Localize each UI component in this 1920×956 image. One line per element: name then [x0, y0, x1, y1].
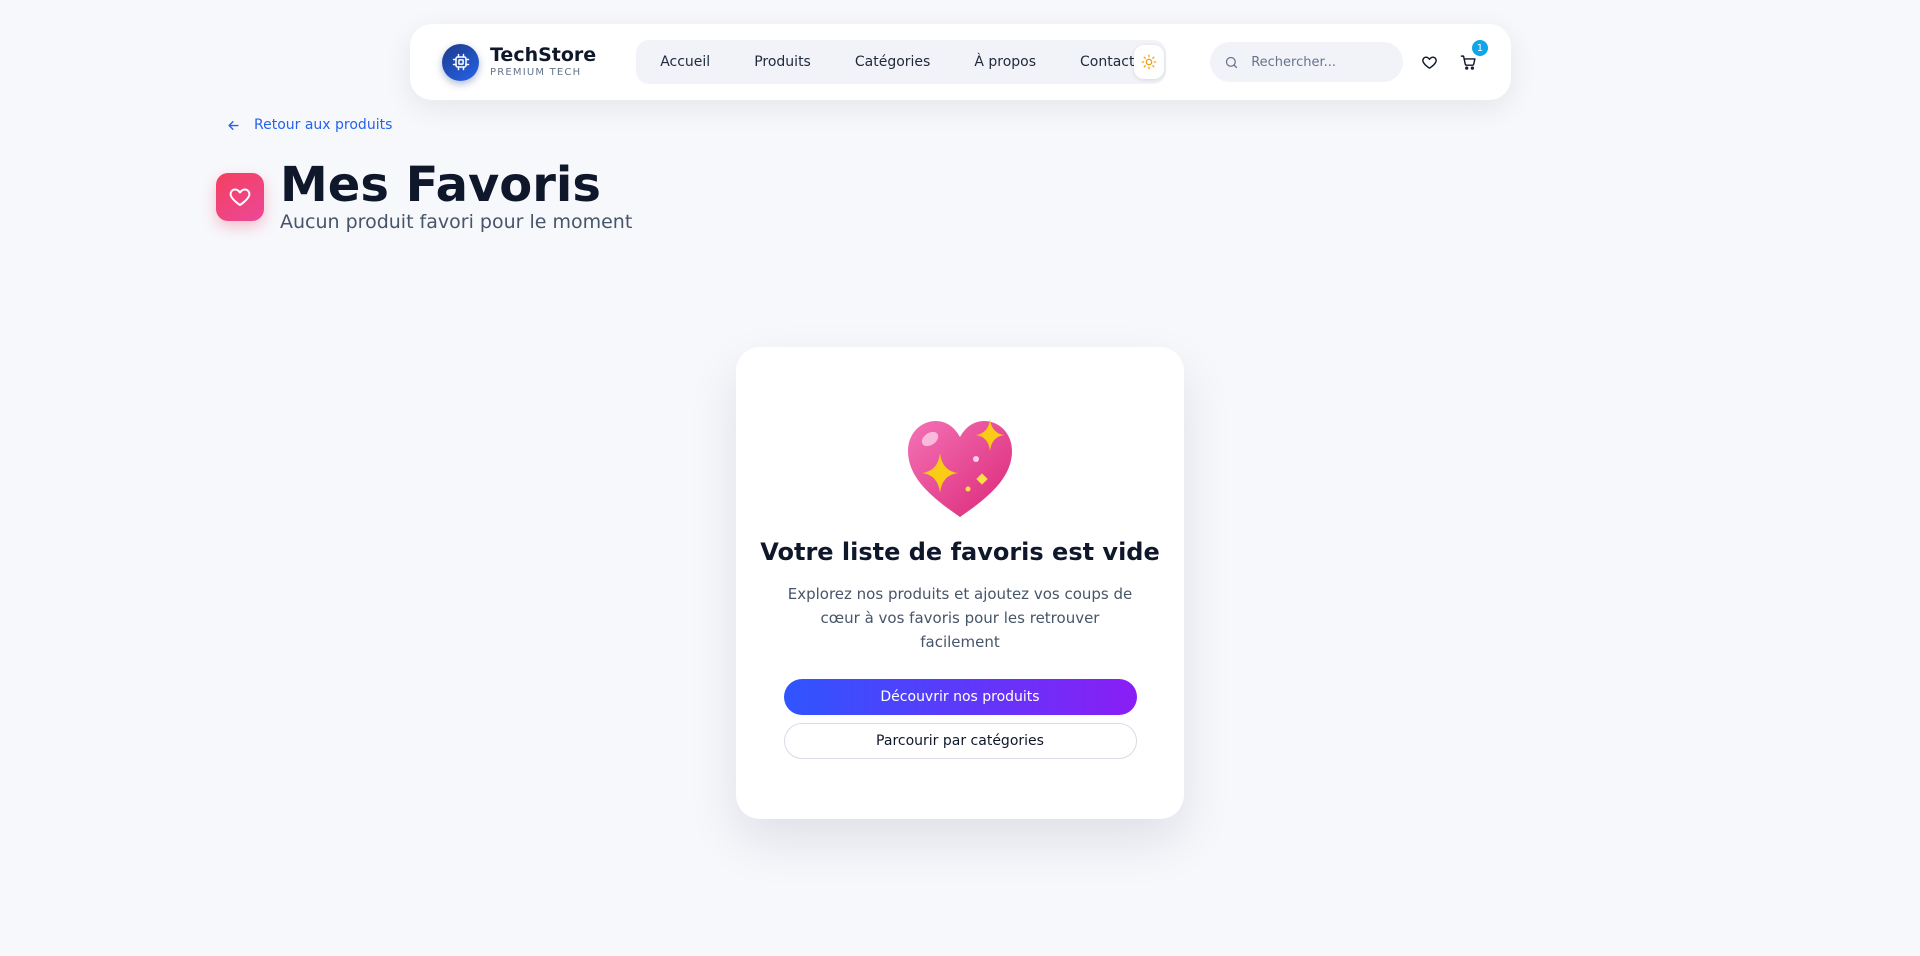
empty-state-description: Explorez nos produits et ajoutez vos cou… — [787, 585, 1133, 651]
back-to-products-link[interactable]: Retour aux produits — [226, 117, 392, 133]
brand[interactable]: TechStore PREMIUM TECH — [442, 43, 597, 81]
page-header: Mes Favoris Aucun produit favori pour le… — [216, 157, 632, 233]
theme-toggle-button[interactable] — [1134, 45, 1165, 79]
favorites-button[interactable] — [1419, 49, 1440, 75]
sparkling-heart-icon — [908, 419, 1012, 517]
page-title: Mes Favoris — [280, 157, 601, 213]
main-nav: Accueil Produits Catégories À propos Con… — [636, 40, 1167, 84]
shopping-cart-icon — [1460, 54, 1476, 70]
nav-link-produits[interactable]: Produits — [754, 54, 811, 70]
cart-count-badge: 1 — [1471, 40, 1488, 56]
brand-tagline: PREMIUM TECH — [490, 67, 582, 78]
nav-link-a-propos[interactable]: À propos — [974, 54, 1036, 70]
search-icon — [1226, 56, 1238, 68]
browse-categories-button[interactable]: Parcourir par catégories — [783, 723, 1137, 759]
heart-icon — [216, 173, 264, 221]
discover-products-button[interactable]: Découvrir nos produits — [783, 679, 1137, 715]
nav-link-contact[interactable]: Contact — [1080, 54, 1134, 70]
brand-name: TechStore — [490, 44, 597, 66]
empty-favorites-card: Votre liste de favoris est vide Explorez… — [736, 347, 1184, 819]
cart-button[interactable]: 1 — [1458, 40, 1488, 75]
nav-link-accueil[interactable]: Accueil — [660, 54, 710, 70]
back-link-label: Retour aux produits — [254, 117, 393, 133]
nav-link-categories[interactable]: Catégories — [855, 54, 930, 70]
chip-icon — [442, 43, 479, 81]
search-box — [1210, 42, 1404, 82]
heart-icon — [1422, 55, 1437, 69]
empty-state-title: Votre liste de favoris est vide — [760, 538, 1160, 566]
search-input[interactable] — [1249, 53, 1390, 71]
arrow-left-icon — [228, 120, 239, 130]
top-navbar: TechStore PREMIUM TECH Accueil Produits … — [410, 24, 1511, 100]
sun-icon — [1142, 54, 1157, 70]
page-subtitle: Aucun produit favori pour le moment — [280, 211, 633, 233]
